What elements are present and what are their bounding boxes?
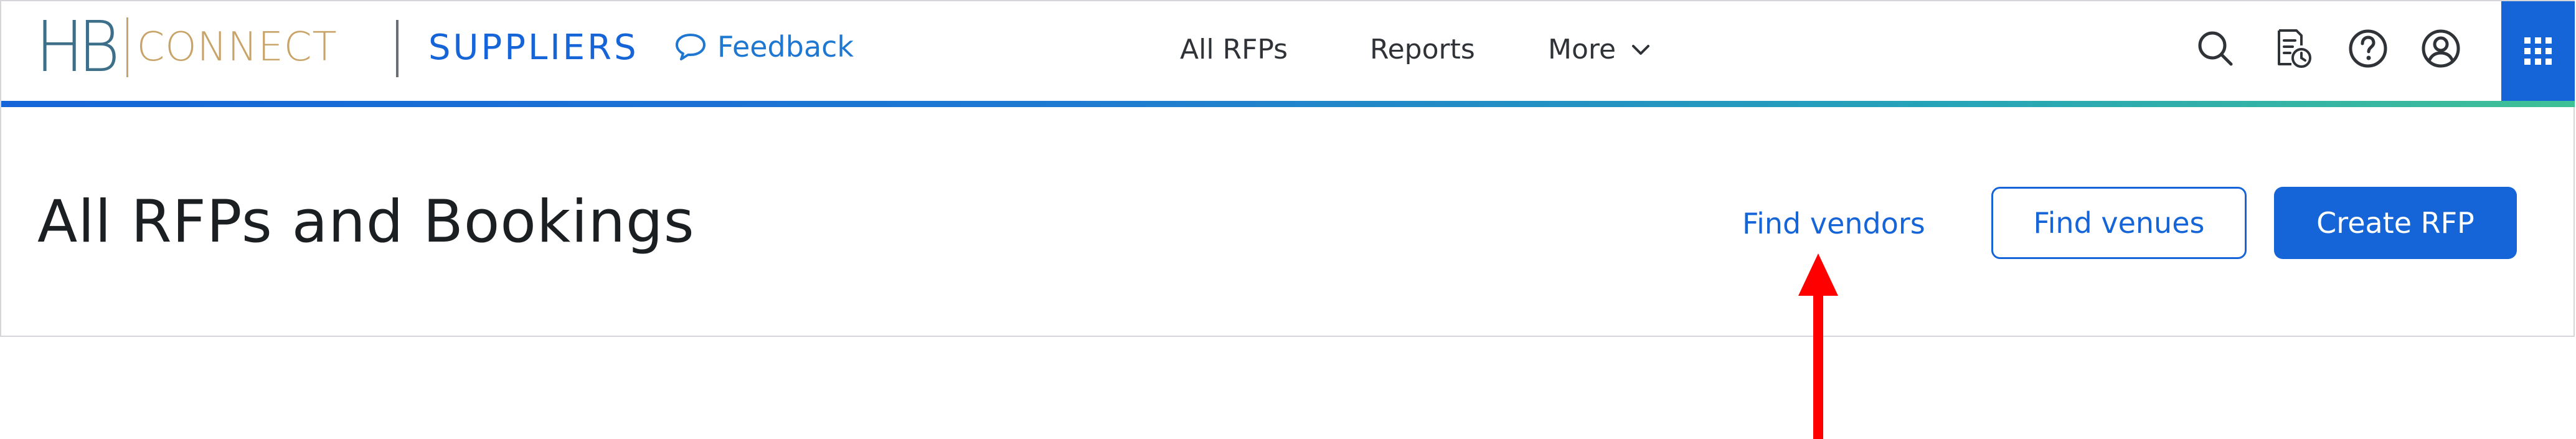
logo-connect-text: CONNECT — [136, 24, 337, 70]
create-rfp-button[interactable]: Create RFP — [2274, 187, 2517, 259]
help-button[interactable] — [2344, 25, 2392, 72]
account-button[interactable] — [2417, 25, 2465, 72]
find-venues-label: Find venues — [2033, 206, 2205, 240]
logo-hb-text: HB — [35, 7, 120, 88]
nav-reports-label: Reports — [1370, 34, 1475, 65]
find-vendors-link[interactable]: Find vendors — [1742, 207, 1925, 240]
search-button[interactable] — [2192, 25, 2239, 72]
chevron-down-icon — [1632, 44, 1650, 55]
nav-all-rfps[interactable]: All RFPs — [1180, 34, 1288, 65]
hb-connect-logo[interactable]: HB CONNECT — [35, 12, 337, 82]
account-icon — [2422, 29, 2460, 68]
create-rfp-label: Create RFP — [2316, 206, 2475, 240]
page-title: All RFPs and Bookings — [37, 188, 695, 256]
nav-reports[interactable]: Reports — [1370, 34, 1475, 65]
nav-more-label: More — [1548, 34, 1616, 65]
app-frame: HB CONNECT SUPPLIERS Feedback All RFPs R… — [0, 0, 2575, 337]
find-venues-button[interactable]: Find venues — [1991, 187, 2247, 259]
feedback-label: Feedback — [717, 30, 854, 64]
rfp-history-button[interactable] — [2270, 25, 2317, 72]
feedback-link[interactable]: Feedback — [674, 30, 854, 64]
search-icon — [2198, 31, 2233, 66]
nav-divider — [396, 20, 399, 77]
suppliers-section-title[interactable]: SUPPLIERS — [428, 27, 639, 68]
logo-divider — [126, 17, 128, 77]
annotation-arrow — [1798, 253, 1838, 439]
chat-bubble-icon — [676, 34, 705, 60]
help-icon — [2349, 29, 2387, 68]
apps-grid-icon — [2524, 37, 2552, 65]
nav-all-rfps-label: All RFPs — [1180, 34, 1288, 65]
header-accent-bar — [1, 101, 2575, 107]
nav-more-dropdown[interactable]: More — [1548, 34, 1653, 65]
top-navigation-bar: HB CONNECT SUPPLIERS Feedback All RFPs R… — [1, 1, 2575, 101]
apps-menu-button[interactable] — [2501, 1, 2575, 101]
rfp-history-icon — [2278, 29, 2311, 68]
